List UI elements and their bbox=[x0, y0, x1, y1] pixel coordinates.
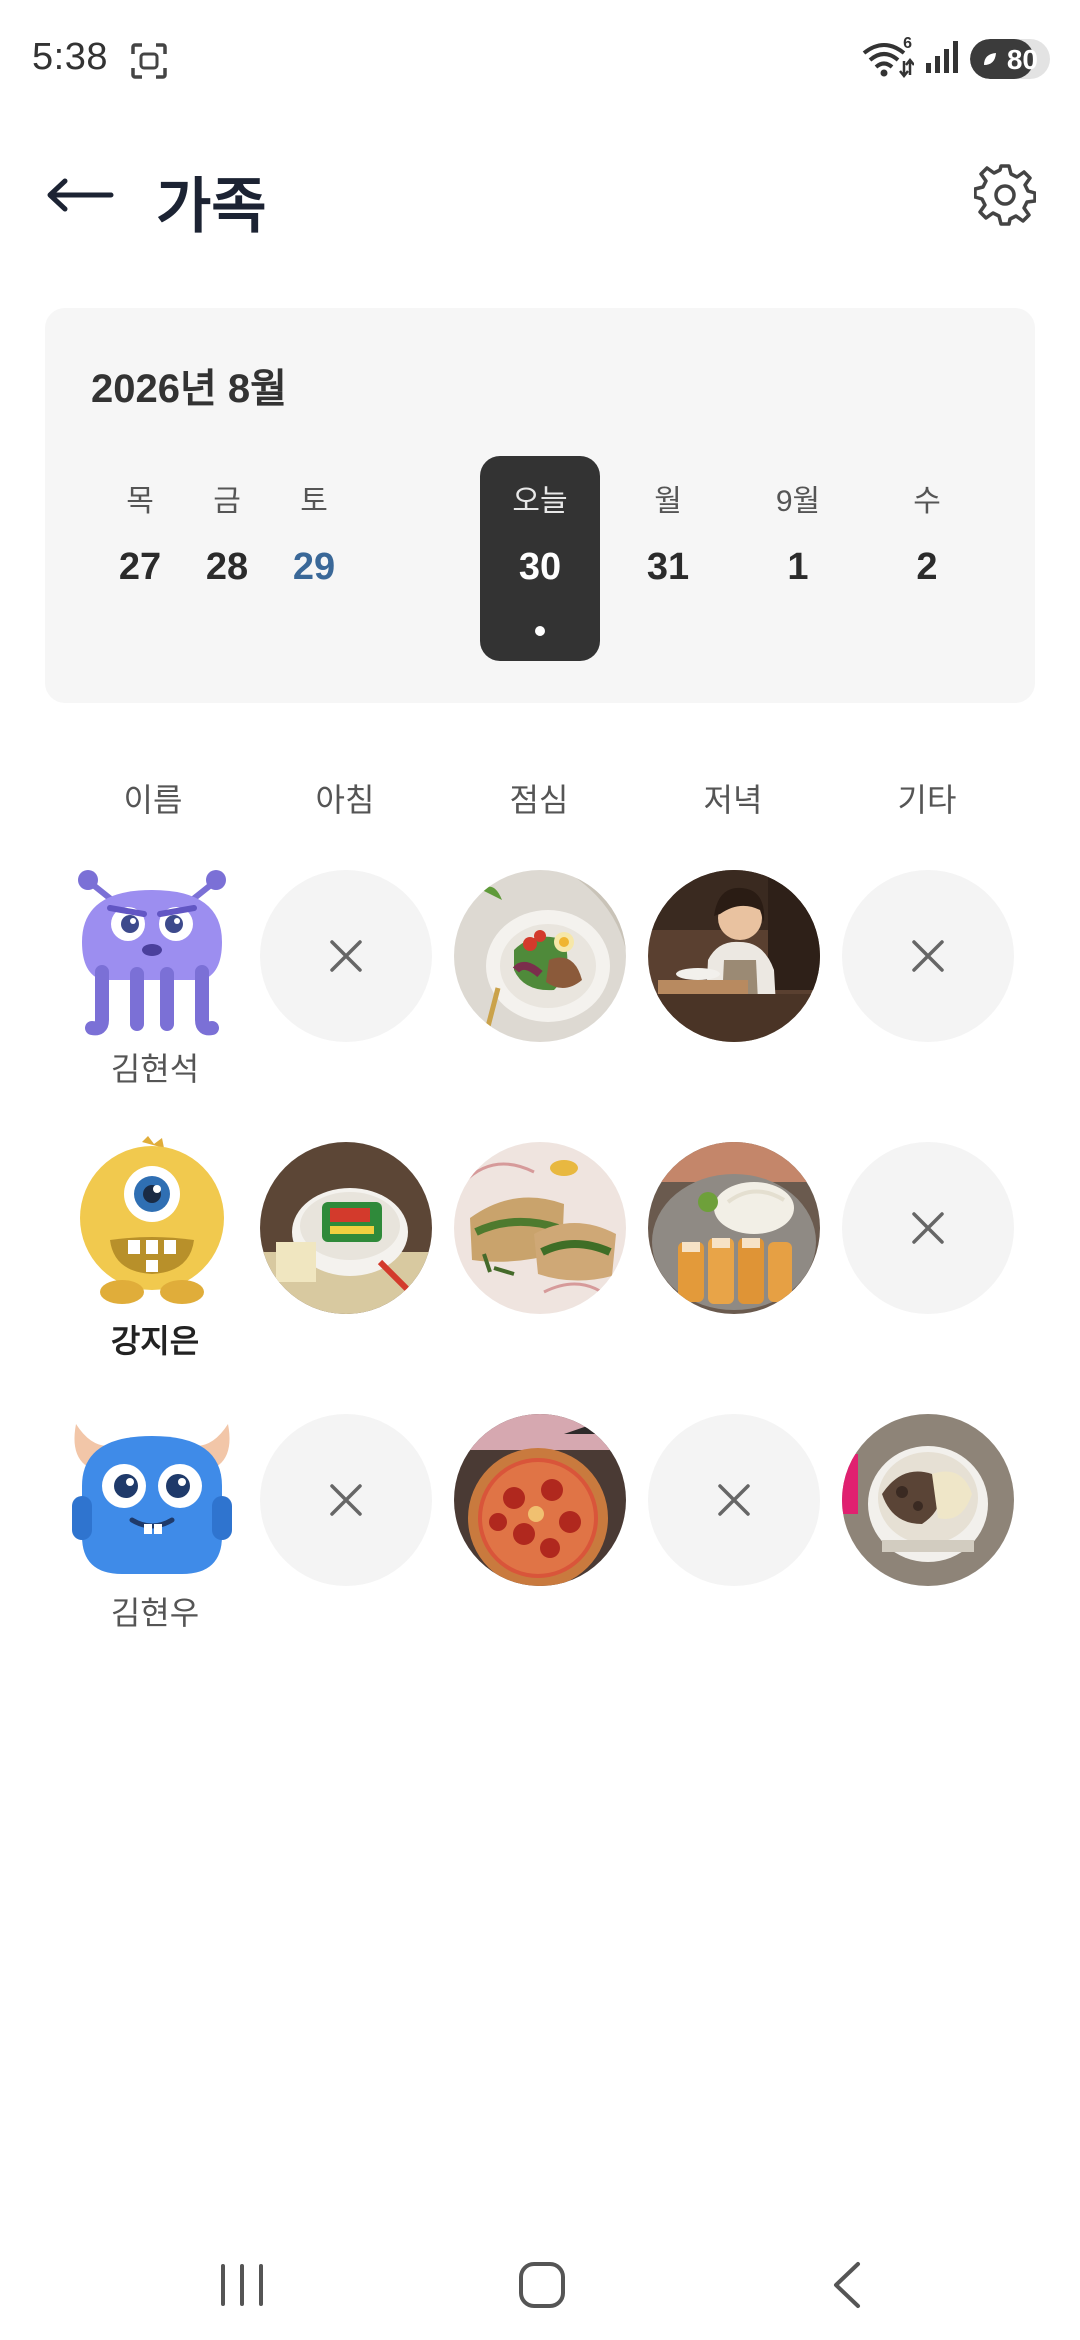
member-name: 강지은 bbox=[110, 1323, 200, 1359]
day-cell[interactable]: 9월 1 bbox=[738, 456, 858, 661]
screenshot-icon bbox=[130, 42, 168, 80]
member-name: 김현우 bbox=[110, 1595, 200, 1631]
day-number: 29 bbox=[292, 546, 336, 588]
col-header-breakfast: 아침 bbox=[315, 782, 375, 818]
meal-empty-breakfast[interactable] bbox=[260, 1414, 432, 1586]
back-button[interactable] bbox=[40, 165, 120, 225]
close-icon bbox=[912, 940, 944, 972]
day-cell[interactable]: 토 29 bbox=[254, 456, 374, 661]
day-cell[interactable]: 월 31 bbox=[608, 456, 728, 661]
ramen-cup-photo[interactable] bbox=[260, 1142, 432, 1314]
col-header-lunch: 점심 bbox=[509, 782, 569, 818]
col-header-dinner: 저녁 bbox=[703, 782, 763, 818]
settings-button[interactable] bbox=[970, 160, 1040, 230]
calendar-month[interactable]: 2026년 8월 bbox=[91, 356, 287, 414]
home-button[interactable] bbox=[502, 2250, 582, 2320]
signal-icon bbox=[924, 39, 960, 80]
wifi-badge: 6 bbox=[903, 35, 912, 52]
battery-label: 80 bbox=[1006, 44, 1038, 75]
recent-apps-icon bbox=[221, 2264, 263, 2306]
today-dot bbox=[535, 626, 545, 636]
day-number: 31 bbox=[646, 546, 690, 588]
day-name: 토 bbox=[300, 485, 328, 518]
close-icon bbox=[718, 1484, 750, 1516]
member-row: 강지은 bbox=[0, 1134, 1080, 1374]
member-row: 김현우 bbox=[0, 1406, 1080, 1646]
close-icon bbox=[912, 1212, 944, 1244]
calendar-card: 2026년 8월 목 27 금 28 토 29 오늘 30 월 31 9월 1 … bbox=[45, 308, 1035, 703]
meal-empty-breakfast[interactable] bbox=[260, 870, 432, 1042]
pizza-photo[interactable] bbox=[454, 1414, 626, 1586]
app-header: 가족 bbox=[0, 140, 1080, 250]
member-name: 김현석 bbox=[110, 1051, 200, 1087]
day-number: 1 bbox=[787, 546, 809, 588]
day-cell[interactable]: 수 2 bbox=[867, 456, 987, 661]
col-header-other: 기타 bbox=[897, 782, 957, 818]
day-name: 9월 bbox=[775, 485, 821, 518]
status-time: 5:38 bbox=[32, 36, 108, 78]
leaf-icon bbox=[984, 53, 996, 65]
meal-empty-dinner[interactable] bbox=[648, 1414, 820, 1586]
battery-icon: 80 bbox=[970, 39, 1050, 79]
close-icon bbox=[330, 1484, 362, 1516]
system-nav-bar bbox=[0, 2220, 1080, 2340]
col-header-name: 이름 bbox=[123, 782, 183, 818]
meal-empty-other[interactable] bbox=[842, 1142, 1014, 1314]
tonkatsu-photo[interactable] bbox=[648, 1142, 820, 1314]
page-title: 가족 bbox=[156, 173, 267, 240]
sandwich-photo[interactable] bbox=[454, 1142, 626, 1314]
recent-apps-button[interactable] bbox=[202, 2250, 282, 2320]
day-number: 30 bbox=[518, 546, 562, 588]
yellow-monster-avatar[interactable] bbox=[62, 1134, 242, 1314]
dessert-cup-photo[interactable] bbox=[842, 1414, 1014, 1586]
salad-bowl-photo[interactable] bbox=[454, 870, 626, 1042]
wifi-icon: 6 bbox=[860, 35, 915, 79]
back-nav-icon bbox=[834, 2262, 860, 2308]
close-icon bbox=[330, 940, 362, 972]
day-name: 수 bbox=[913, 485, 941, 518]
cafe-server-photo[interactable] bbox=[648, 870, 820, 1042]
status-bar: 5:38 6 80 bbox=[0, 0, 1080, 120]
member-row: 김현석 bbox=[0, 862, 1080, 1102]
day-name: 월 bbox=[654, 485, 682, 518]
home-icon bbox=[519, 2262, 565, 2308]
back-nav-button[interactable] bbox=[808, 2250, 888, 2320]
status-icons: 6 80 bbox=[860, 35, 1050, 82]
day-name: 오늘 bbox=[512, 485, 568, 518]
arrow-left-icon bbox=[47, 178, 114, 212]
meal-empty-other[interactable] bbox=[842, 870, 1014, 1042]
blue-monster-avatar[interactable] bbox=[62, 1406, 242, 1586]
day-cell-today[interactable]: 오늘 30 bbox=[480, 456, 600, 661]
gear-icon bbox=[974, 164, 1036, 226]
day-number: 2 bbox=[916, 546, 938, 588]
purple-monster-avatar[interactable] bbox=[62, 862, 242, 1042]
